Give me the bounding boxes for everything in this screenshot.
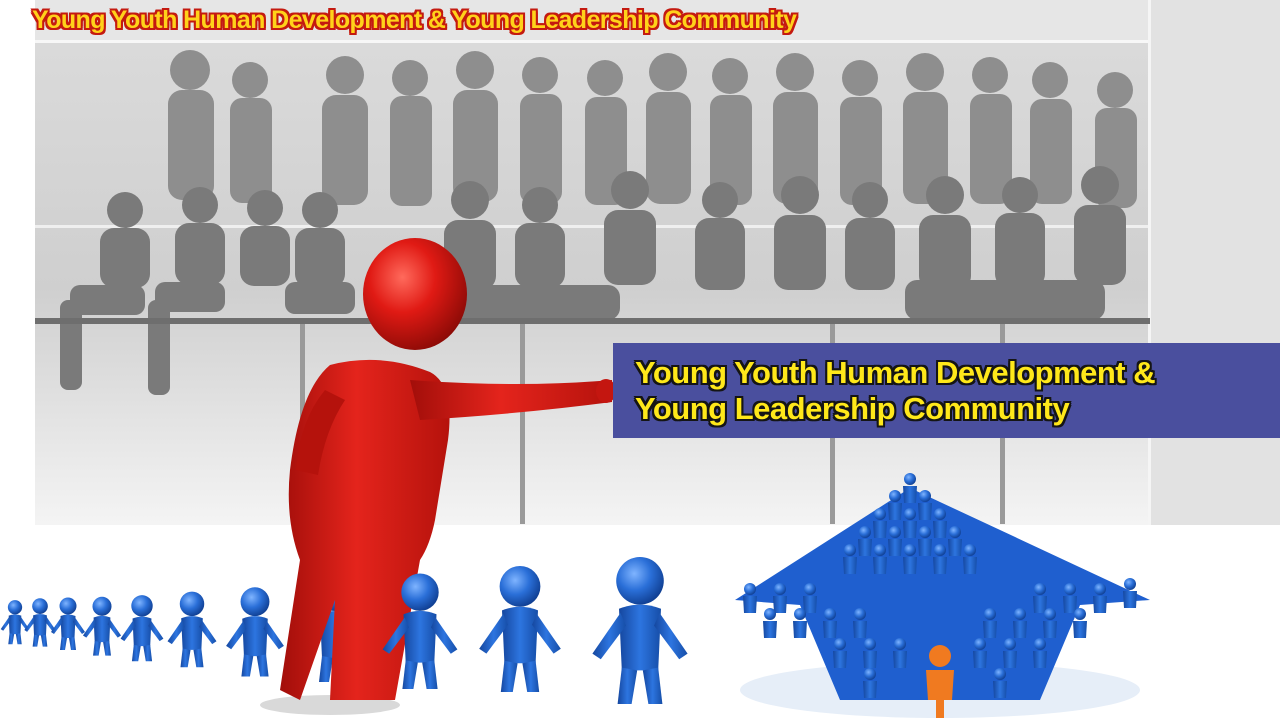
title-banner: Young Youth Human Development & Young Le… [613,343,1280,438]
page-title: Young Youth Human Development & Young Le… [32,6,797,34]
banner-line-1: Young Youth Human Development & [635,355,1156,390]
blue-figures-front [382,557,688,704]
banner-line-2: Young Leadership Community [635,391,1070,426]
group-photo [35,0,1280,525]
